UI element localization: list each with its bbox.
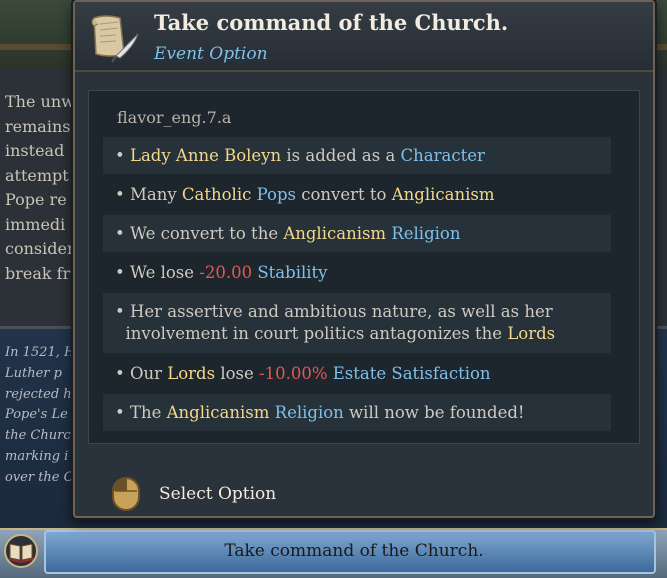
tooltip-subtitle: Event Option	[154, 44, 268, 64]
tooltip-title: Take command of the Church.	[154, 10, 509, 35]
effect-highlight-blue[interactable]: Estate Satisfaction	[333, 364, 491, 383]
effect-highlight-blue[interactable]: Religion	[391, 224, 460, 243]
background-description-text: The unw remains instead attempt Pope re immed…	[5, 90, 73, 286]
scroll-quill-icon	[86, 10, 142, 64]
background-text-line: Pope's Le	[5, 407, 68, 423]
background-text-line: instead	[5, 141, 65, 160]
effect-text: • We convert to the	[115, 223, 284, 243]
effect-text: will now be founded!	[343, 402, 525, 422]
effect-row: • The Anglicanism Religion will now be f…	[103, 394, 611, 431]
event-option-button-label: Take command of the Church.	[224, 541, 484, 561]
effects-panel: flavor_eng.7.a • Lady Anne Boleyn is add…	[88, 90, 640, 444]
background-text-line: remains	[5, 116, 71, 136]
effect-text: • Many	[115, 184, 182, 204]
background-text-line: break fr	[5, 263, 71, 283]
effect-highlight-blue[interactable]: Character	[401, 146, 485, 165]
effect-row: • Lady Anne Boleyn is added as a Charact…	[103, 137, 611, 174]
background-text-line: immedi	[5, 214, 66, 234]
effect-highlight-blue[interactable]: Pops	[257, 185, 296, 204]
flavor-key: flavor_eng.7.a	[117, 108, 232, 127]
effect-highlight-gold[interactable]: Lords	[507, 324, 555, 343]
effect-row: • Her assertive and ambitious nature, as…	[103, 293, 611, 353]
effect-row: • Our Lords lose -10.00% Estate Satisfac…	[103, 355, 611, 392]
effect-text: convert to	[296, 184, 392, 204]
effect-text: involvement in court politics antagonize…	[115, 324, 508, 343]
effect-text: •	[115, 145, 130, 165]
effect-text: is added as a	[281, 145, 401, 165]
effect-highlight-gold[interactable]: Lords	[167, 364, 215, 383]
effect-text: lose	[215, 363, 260, 383]
effect-highlight-blue[interactable]: Stability	[257, 263, 327, 282]
background-history-text: In 1521, H Luther p rejected h Pope's Le the…	[5, 343, 73, 489]
background-text-line: The unw	[5, 92, 73, 111]
background-text-line: In 1521, H	[5, 345, 73, 360]
effect-text: • The	[115, 402, 167, 422]
background-text-line: consider	[5, 239, 73, 258]
effect-highlight-red: -20.00	[199, 262, 253, 282]
event-option-tooltip: Take command of the Church. Event Option…	[73, 0, 655, 518]
effect-highlight-gold[interactable]: Anglicanism	[167, 403, 270, 422]
background-text-line: attempt	[5, 165, 69, 185]
background-text-line: the Churc	[5, 428, 71, 444]
background-text-line: Luther p	[5, 365, 62, 381]
effect-highlight-gold[interactable]: Lady Anne Boleyn	[130, 146, 281, 165]
effect-text: • Our	[115, 363, 168, 383]
effect-text: • We lose	[115, 262, 200, 282]
effect-row: • We lose -20.00 Stability	[103, 254, 611, 291]
effect-row: • We convert to the Anglicanism Religion	[103, 215, 611, 252]
effect-text: • Her assertive and ambitious nature, as…	[115, 302, 553, 321]
effect-row: • Many Catholic Pops convert to Anglican…	[103, 176, 611, 213]
effect-highlight-gold[interactable]: Anglicanism	[392, 185, 495, 204]
effect-highlight-gold[interactable]: Anglicanism	[283, 224, 386, 243]
effect-highlight-gold[interactable]: Catholic	[182, 185, 251, 204]
background-text-line: marking i	[5, 448, 69, 464]
book-icon[interactable]	[2, 534, 40, 568]
background-text-line: rejected h	[5, 386, 72, 402]
effect-highlight-red: -10.00%	[259, 363, 328, 383]
background-text-line: over the C	[5, 469, 73, 485]
background-text-line: Pope re	[5, 190, 67, 209]
select-option-label[interactable]: Select Option	[159, 484, 276, 504]
mouse-left-click-icon	[111, 476, 141, 512]
effect-highlight-blue[interactable]: Religion	[275, 403, 344, 422]
